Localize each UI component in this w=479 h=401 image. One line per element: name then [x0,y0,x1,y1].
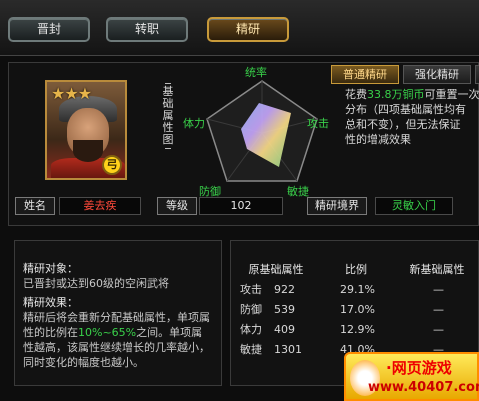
radar-chart: 统率 攻击 敏捷 防御 体力 [183,66,337,199]
stat-new: — [433,322,444,336]
star-rating: ★★★ [51,84,92,103]
stat-new: — [433,302,444,316]
col-ratio: 比例 [345,263,367,276]
col-original: 原基础属性 [248,263,304,276]
stat-new: — [433,282,444,296]
desc-text: 花费 [345,88,367,101]
stat-ratio: 17.0% [340,302,375,316]
stat-name: 防御 [240,303,262,316]
level-value: 102 [199,197,283,215]
tab-refine[interactable]: 精研 [207,17,289,42]
axis-label-agility: 敏捷 [287,185,309,198]
stat-name: 攻击 [240,283,262,296]
effect-range: 10%~65% [78,326,137,339]
stat-name: 体力 [240,323,262,336]
table-row: 防御 539 17.0% — [237,299,477,319]
desc-text: 分布（四项基础属性均有 [345,103,466,116]
stat-value: 922 [274,282,295,296]
level-label: 等级 [157,197,197,215]
desc-text: 总和不变），但无法保证 [345,118,461,131]
radar-svg [206,80,318,182]
tab-normal-refine[interactable]: 普通精研 [331,65,399,84]
refine-description: 花费33.8万铜币可重置一次 分布（四项基础属性均有 总和不变），但无法保证 性… [345,87,479,147]
hero-panel: ★★★ 弓 基础属性图 统率 攻击 敏捷 防御 体力 普通精研 强化精研 花费3… [8,62,479,226]
info-panel: 精研对象： 已晋封或达到60级的空闲武将 精研效果： 精研后将会重新分配基础属性… [14,240,222,386]
axis-label-stamina: 体力 [183,117,205,130]
beard-graphic [73,140,103,162]
hero-portrait: ★★★ 弓 [45,80,127,180]
desc-text: 性的增减效果 [345,133,411,146]
site-watermark: ·网页游戏 www.40407.com [344,352,479,401]
table-row: 体力 409 12.9% — [237,319,477,339]
radar-title: 基础属性图 [161,83,175,149]
axis-label-command: 统率 [245,66,267,79]
tab-promote[interactable]: 晋封 [8,17,90,42]
effect-heading: 精研效果： [23,296,78,309]
stat-value: 409 [274,322,295,336]
realm-label: 精研境界 [307,197,367,215]
realm-value: 灵敏入门 [375,197,453,215]
watermark-line1: ·网页游戏 [386,359,452,377]
table-header-row: 原基础属性 比例 新基础属性 [237,259,477,279]
stat-name: 敏捷 [240,343,262,356]
desc-text: 可重置一次 [424,88,479,101]
col-new: 新基础属性 [409,263,465,276]
stat-value: 1301 [274,342,302,356]
name-label: 姓名 [15,197,55,215]
desc-cost: 33.8万铜币 [367,88,425,101]
watermark-line2: www.40407.com [368,380,479,395]
tab-overflow[interactable] [475,65,479,84]
table-row: 攻击 922 29.1% — [237,279,477,299]
tab-enhanced-refine[interactable]: 强化精研 [403,65,471,84]
stat-ratio: 29.1% [340,282,375,296]
tab-transfer[interactable]: 转职 [106,17,188,42]
stat-value: 539 [274,302,295,316]
effect-text: 精研后将会重新分配基础属性，单项属性的比例在10%~65%之间。单项属性越高，该… [23,310,213,370]
target-heading: 精研对象： [23,262,78,275]
axis-label-attack: 攻击 [307,117,329,130]
class-badge: 弓 [102,155,122,175]
stats-table: 原基础属性 比例 新基础属性 攻击 922 29.1% — 防御 539 17.… [237,259,477,359]
stat-ratio: 12.9% [340,322,375,336]
name-value: 姜去疾 [59,197,141,215]
top-tab-bar: 晋封 转职 精研 [0,0,479,56]
target-text: 已晋封或达到60级的空闲武将 [23,277,169,290]
